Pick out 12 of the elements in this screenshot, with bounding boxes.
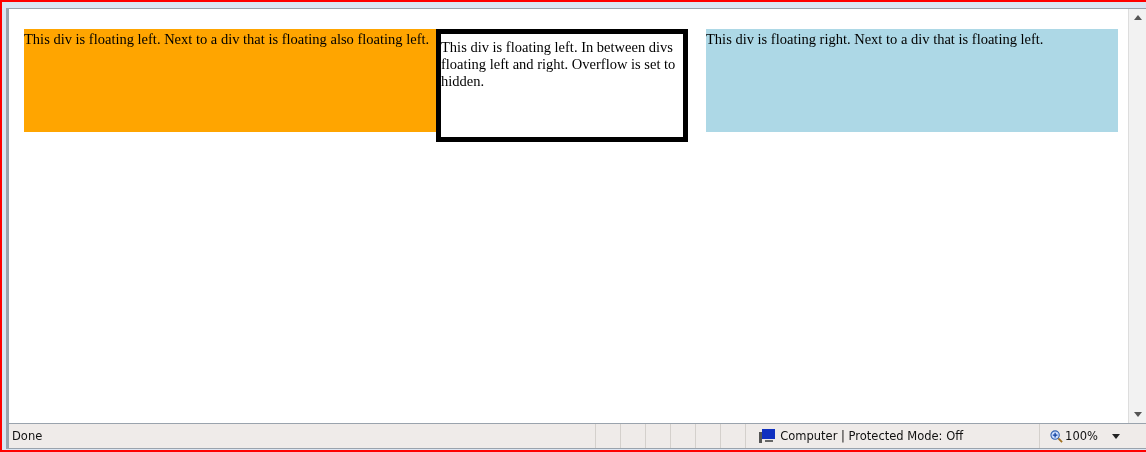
scroll-up-icon[interactable] (1133, 15, 1142, 20)
panel-text: This div is floating right. Next to a div that is floating left. (706, 31, 1044, 47)
caret-icon (1112, 433, 1120, 439)
scroll-down-icon[interactable] (1133, 412, 1142, 417)
monitor-icon (758, 428, 777, 444)
security-zone-text: Computer | Protected Mode: Off (780, 429, 964, 443)
panel-text: This div is floating left. Next to a div that is floating also floating left. (24, 31, 430, 47)
zoom-control[interactable]: 100% (1039, 424, 1146, 448)
zoom-icon (1050, 429, 1064, 443)
status-text: Done (11, 429, 44, 443)
vertical-scrollbar[interactable] (1128, 9, 1146, 423)
panel-text: This div is floating left. In between divs floating left and right. Overflow is set to hidden. (441, 39, 676, 89)
